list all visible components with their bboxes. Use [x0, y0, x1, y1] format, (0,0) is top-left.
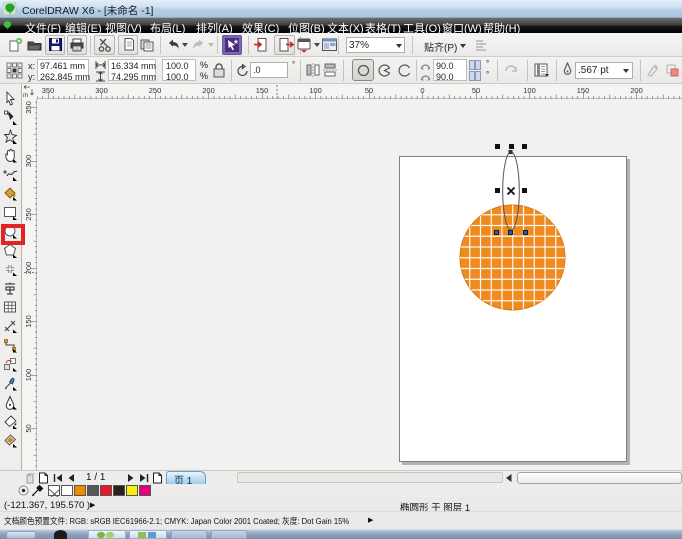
- svg-text:300: 300: [95, 86, 108, 95]
- svg-text:150: 150: [24, 315, 33, 328]
- svg-text:300: 300: [24, 155, 33, 168]
- svg-text:200: 200: [202, 86, 215, 95]
- svg-text:100: 100: [309, 86, 322, 95]
- svg-text:350: 350: [42, 86, 55, 95]
- svg-text:200: 200: [630, 86, 643, 95]
- svg-text:50: 50: [472, 86, 480, 95]
- svg-text:50: 50: [24, 424, 33, 432]
- svg-text:0: 0: [420, 86, 424, 95]
- svg-text:100: 100: [24, 369, 33, 382]
- svg-text:150: 150: [577, 86, 590, 95]
- svg-text:50: 50: [365, 86, 373, 95]
- svg-text:250: 250: [24, 208, 33, 221]
- svg-text:250: 250: [149, 86, 162, 95]
- svg-text:100: 100: [523, 86, 536, 95]
- svg-text:150: 150: [256, 86, 269, 95]
- svg-text:m: m: [23, 93, 28, 99]
- svg-text:350: 350: [24, 101, 33, 114]
